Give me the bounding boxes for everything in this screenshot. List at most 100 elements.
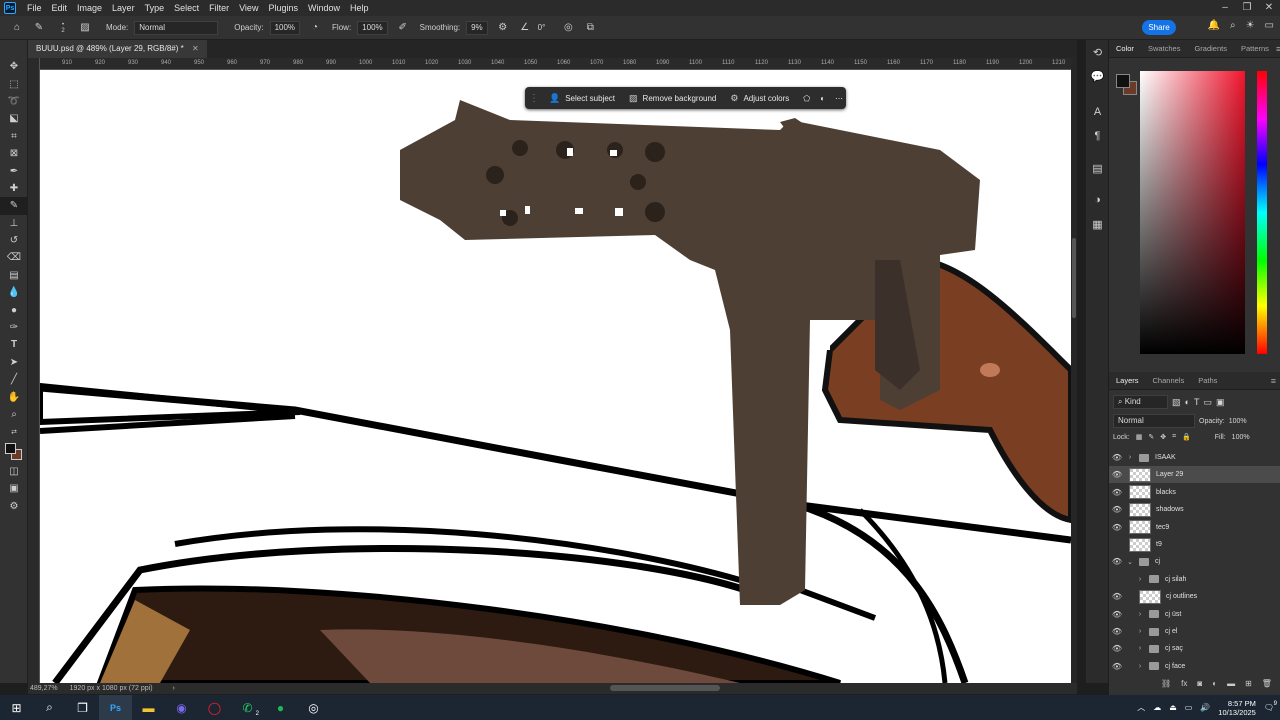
tab-patterns[interactable]: Patterns [1234,40,1276,58]
filter-type-icon[interactable]: T [1194,397,1200,407]
mode-select[interactable]: Normal [134,20,219,35]
photoshop-taskbar-icon[interactable]: Ps [99,695,132,720]
close-icon[interactable]: ✕ [1258,0,1280,16]
adjustment-layer-icon[interactable]: ◐ [820,94,825,103]
tray-usb-icon[interactable]: ⏏ [1169,703,1177,712]
fx-icon[interactable]: fx [1181,679,1187,688]
libraries-icon[interactable]: ▤ [1086,156,1109,180]
drag-handle-icon[interactable]: ⋮ [529,93,539,104]
search-taskbar-icon[interactable]: ⌕ [33,695,66,720]
new-group-icon[interactable]: ▬ [1227,679,1235,688]
adjustments-icon[interactable]: ◑ [1086,188,1109,212]
visibility-eye-icon[interactable]: 👁 [1109,453,1125,462]
swap-colors-icon[interactable]: ⇄ [0,423,28,440]
add-mask-icon[interactable]: ◙ [1197,679,1202,688]
document-canvas[interactable] [40,70,1071,683]
menu-layer[interactable]: Layer [107,0,140,16]
transform-icon[interactable]: ⬠ [803,94,810,103]
horizontal-scroll-thumb[interactable] [610,685,720,691]
restore-icon[interactable]: ❐ [1236,0,1258,16]
visibility-eye-icon[interactable]: 👁 [1109,610,1125,619]
menu-file[interactable]: File [22,0,47,16]
history-brush-tool-icon[interactable]: ↺ [0,232,28,249]
brush-size-picker[interactable]: • 2 [56,21,70,35]
folder-expand-chevron-icon[interactable]: ⌄ [1125,558,1135,566]
layer-row[interactable]: 👁 › ISAAK [1109,449,1280,466]
menu-type[interactable]: Type [140,0,170,16]
menu-plugins[interactable]: Plugins [263,0,303,16]
eyedropper-tool-icon[interactable]: ✒ [0,162,28,179]
layer-row[interactable]: 👁 › cj üst [1109,606,1280,623]
select-subject-button[interactable]: 👤 Select subject [549,93,615,104]
properties-icon[interactable]: ▦ [1086,212,1109,236]
flow-input[interactable]: 100% [357,20,388,35]
document-tab[interactable]: BUUU.psd @ 489% (Layer 29, RGB/8#) * ✕ [28,40,207,58]
color-swatches[interactable] [0,441,28,463]
tab-channels[interactable]: Channels [1146,372,1192,390]
volume-icon[interactable]: 🔊 [1200,703,1210,712]
whatsapp-icon[interactable]: ✆ 2 [231,695,264,720]
foreground-color-chip[interactable] [1116,74,1130,88]
object-select-tool-icon[interactable]: ⬕ [0,110,28,127]
marquee-tool-icon[interactable]: ⬚ [0,75,28,92]
lock-artboard-icon[interactable]: ⌗ [1172,433,1176,441]
menu-window[interactable]: Window [303,0,345,16]
folder-expand-chevron-icon[interactable]: › [1135,611,1145,618]
healing-brush-tool-icon[interactable]: ✚ [0,180,28,197]
delete-layer-icon[interactable]: 🗑 [1262,679,1272,688]
opera-icon[interactable]: ◯ [198,695,231,720]
eraser-tool-icon[interactable]: ⌫ [0,249,28,266]
filter-smart-icon[interactable]: ▣ [1216,397,1225,408]
lock-paint-icon[interactable]: ✎ [1148,433,1154,441]
file-explorer-icon[interactable]: ▬ [132,695,165,720]
visibility-eye-icon[interactable]: 👁 [1109,644,1125,653]
layer-row[interactable]: 👁 shadows [1109,501,1280,518]
spotify-icon[interactable]: ● [264,695,297,720]
brush-preset-icon[interactable]: ✎ [32,21,46,35]
screen-mode-icon[interactable]: ▣ [0,480,28,497]
menu-image[interactable]: Image [72,0,107,16]
visibility-eye-icon[interactable]: 👁 [1109,627,1125,636]
line-tool-icon[interactable]: ╱ [0,371,28,388]
hand-tool-icon[interactable]: ✋ [0,388,28,405]
clone-stamp-tool-icon[interactable]: ⊥ [0,215,28,232]
layer-opacity-input[interactable]: 100% [1229,418,1247,425]
color-field[interactable] [1140,71,1245,354]
layer-row[interactable]: 👁 › cj face [1109,658,1280,675]
zoom-level[interactable]: 489,27% [30,685,58,692]
paragraph-icon[interactable]: ¶ [1086,124,1109,148]
lock-all-icon[interactable]: 🔒 [1182,433,1191,441]
move-tool-icon[interactable]: ✥ [0,58,28,75]
tab-gradients[interactable]: Gradients [1187,40,1234,58]
filter-image-icon[interactable]: ▧ [1172,397,1181,408]
visibility-eye-icon[interactable]: 👁 [1109,557,1125,566]
layers-menu-icon[interactable]: ≡ [1271,376,1276,386]
share-button[interactable]: Share [1142,20,1176,35]
tab-paths[interactable]: Paths [1191,372,1224,390]
status-expand-icon[interactable]: › [173,685,175,692]
minimize-icon[interactable]: – [1214,0,1236,16]
symmetry-icon[interactable]: ⧉ [583,21,597,35]
panel-menu-icon[interactable]: ≡ [1276,44,1280,54]
menu-edit[interactable]: Edit [47,0,73,16]
visibility-eye-icon[interactable]: 👁 [1109,592,1125,601]
layer-row[interactable]: 👁 › cj saç [1109,640,1280,657]
brush-tool-icon[interactable]: ✎ [0,197,28,215]
folder-expand-chevron-icon[interactable]: › [1125,454,1135,461]
layer-filter-select[interactable]: ⌕ Kind [1113,395,1168,409]
folder-expand-chevron-icon[interactable]: › [1135,645,1145,652]
home-icon[interactable]: ⌂ [10,21,24,35]
filter-adjust-icon[interactable]: ◐ [1185,397,1190,407]
menu-select[interactable]: Select [169,0,204,16]
brush-settings-icon[interactable]: ▨ [78,21,92,35]
path-select-tool-icon[interactable]: ➤ [0,354,28,371]
layer-row[interactable]: 👁 ⌄ cj [1109,553,1280,570]
more-options-icon[interactable]: ⋯ [835,94,843,103]
layer-row[interactable]: 👁 Layer 29 [1109,466,1280,484]
windows-start-icon[interactable]: ⊞ [0,695,33,720]
menu-help[interactable]: Help [345,0,374,16]
remove-background-button[interactable]: ▨ Remove background [629,93,716,104]
folder-expand-chevron-icon[interactable]: › [1135,576,1145,583]
hue-slider[interactable] [1257,71,1267,354]
pressure-opacity-icon[interactable]: ◔ [308,21,322,35]
